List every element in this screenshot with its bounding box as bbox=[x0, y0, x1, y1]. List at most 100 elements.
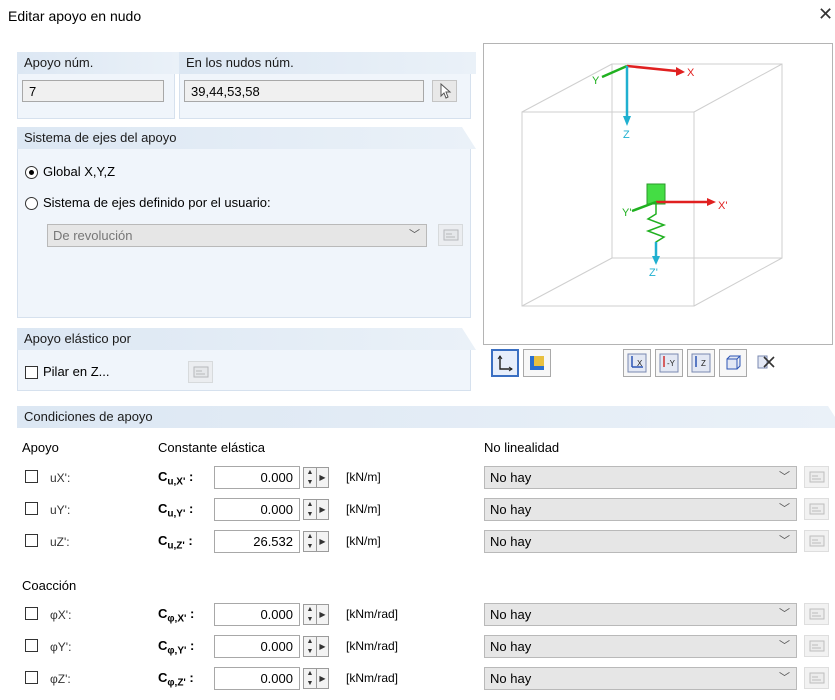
condition-checkbox[interactable] bbox=[25, 671, 38, 684]
condition-label: uY': bbox=[50, 503, 71, 517]
support-number-field[interactable]: 7 bbox=[22, 80, 164, 102]
edit-dialog-icon bbox=[809, 471, 824, 483]
column-z-checkbox[interactable] bbox=[25, 366, 38, 379]
condition-checkbox[interactable] bbox=[25, 534, 38, 547]
render-mode-button[interactable] bbox=[523, 349, 551, 377]
coef-label: Cu,Y' : bbox=[158, 501, 194, 520]
nonlinearity-edit-button[interactable] bbox=[804, 530, 829, 552]
global-axis-radio[interactable] bbox=[25, 166, 38, 179]
spin-up-down-icon[interactable]: ▲ ▼ bbox=[303, 668, 317, 689]
spin-control[interactable]: ▲ ▼ ▶ bbox=[303, 668, 331, 691]
coef-subscript: φ,Z' bbox=[167, 677, 186, 689]
col-support-label: Apoyo bbox=[22, 440, 59, 455]
coef-label: Cφ,X' : bbox=[158, 606, 195, 625]
close-icon[interactable]: ✕ bbox=[818, 4, 833, 25]
spin-right-icon[interactable]: ▶ bbox=[317, 499, 329, 520]
conditions-header: Condiciones de apoyo bbox=[17, 406, 835, 428]
spin-up-down-icon[interactable]: ▲ ▼ bbox=[303, 636, 317, 657]
condition-checkbox[interactable] bbox=[25, 470, 38, 483]
spring-value-input[interactable]: 0.000 bbox=[214, 603, 300, 626]
spin-control[interactable]: ▲ ▼ ▶ bbox=[303, 531, 331, 554]
cube-icon bbox=[726, 355, 742, 370]
nonlinearity-select[interactable]: No hay ﹀ bbox=[484, 667, 797, 690]
elastic-header: Apoyo elástico por bbox=[17, 328, 476, 350]
spin-right-icon[interactable]: ▶ bbox=[317, 531, 329, 552]
condition-label: uZ': bbox=[50, 535, 70, 549]
unit-label: [kN/m] bbox=[346, 502, 381, 516]
spin-control[interactable]: ▲ ▼ ▶ bbox=[303, 604, 331, 627]
edit-dialog-icon bbox=[809, 640, 824, 652]
column-edit-button[interactable] bbox=[188, 361, 213, 383]
axis-xp-label: X' bbox=[718, 200, 727, 212]
nonlinearity-value: No hay bbox=[490, 671, 532, 686]
col-nonlin-label: No linealidad bbox=[484, 440, 560, 455]
nodes-field[interactable]: 39,44,53,58 bbox=[184, 80, 424, 102]
coef-label: Cφ,Y' : bbox=[158, 638, 195, 657]
spin-control[interactable]: ▲ ▼ ▶ bbox=[303, 467, 331, 490]
view-z-button[interactable]: Z bbox=[687, 349, 715, 377]
spin-up-down-icon[interactable]: ▲ ▼ bbox=[303, 531, 317, 552]
edit-axis-button[interactable] bbox=[438, 224, 463, 246]
coef-symbol: C bbox=[158, 501, 168, 516]
coef-label: Cu,X' : bbox=[158, 469, 194, 488]
spin-up-down-icon[interactable]: ▲ ▼ bbox=[303, 604, 317, 625]
spin-right-icon[interactable]: ▶ bbox=[317, 604, 329, 625]
spring-value-input[interactable]: 0.000 bbox=[214, 667, 300, 690]
spring-value-input[interactable]: 26.532 bbox=[214, 530, 300, 553]
nonlinearity-value: No hay bbox=[490, 470, 532, 485]
chevron-down-icon: ﹀ bbox=[779, 535, 790, 547]
condition-label: uX': bbox=[50, 471, 71, 485]
nonlinearity-edit-button[interactable] bbox=[804, 498, 829, 520]
unit-label: [kN/m] bbox=[346, 534, 381, 548]
user-axis-select-value: De revolución bbox=[53, 228, 133, 243]
coef-symbol: C bbox=[158, 670, 168, 685]
coef-label: Cu,Z' : bbox=[158, 533, 193, 552]
unit-label: [kN/m] bbox=[346, 470, 381, 484]
nonlinearity-select[interactable]: No hay ﹀ bbox=[484, 603, 797, 626]
condition-checkbox[interactable] bbox=[25, 502, 38, 515]
preview-graphic: X Y Z X' Y' Z' bbox=[521, 63, 783, 307]
view-x-button[interactable]: X bbox=[623, 349, 651, 377]
spin-control[interactable]: ▲ ▼ ▶ bbox=[303, 636, 331, 659]
spring-value-input[interactable]: 0.000 bbox=[214, 466, 300, 489]
spin-up-down-icon[interactable]: ▲ ▼ bbox=[303, 467, 317, 488]
nonlinearity-value: No hay bbox=[490, 607, 532, 622]
condition-checkbox[interactable] bbox=[25, 639, 38, 652]
coef-subscript: u,Z' bbox=[167, 540, 185, 552]
axes-icon bbox=[497, 355, 513, 372]
spring-value-input[interactable]: 0.000 bbox=[214, 635, 300, 658]
nonlinearity-edit-button[interactable] bbox=[804, 466, 829, 488]
view-y-button[interactable]: -Y bbox=[655, 349, 683, 377]
user-axis-radio[interactable] bbox=[25, 197, 38, 210]
axes-toggle-button[interactable] bbox=[491, 349, 519, 377]
spin-right-icon[interactable]: ▶ bbox=[317, 668, 329, 689]
nonlinearity-select[interactable]: No hay ﹀ bbox=[484, 498, 797, 521]
chevron-down-icon: ﹀ bbox=[779, 672, 790, 684]
spring-value-input[interactable]: 0.000 bbox=[214, 498, 300, 521]
spin-control[interactable]: ▲ ▼ ▶ bbox=[303, 499, 331, 522]
coef-symbol: C bbox=[158, 533, 168, 548]
pick-nodes-button[interactable] bbox=[432, 80, 457, 102]
nonlinearity-value: No hay bbox=[490, 534, 532, 549]
user-axis-select[interactable]: De revolución ﹀ bbox=[47, 224, 427, 247]
spin-up-down-icon[interactable]: ▲ ▼ bbox=[303, 499, 317, 520]
condition-checkbox[interactable] bbox=[25, 607, 38, 620]
nonlinearity-select[interactable]: No hay ﹀ bbox=[484, 530, 797, 553]
window-title: Editar apoyo en nudo bbox=[8, 8, 142, 24]
reset-view-button[interactable] bbox=[753, 349, 781, 377]
coef-subscript: φ,Y' bbox=[167, 645, 187, 657]
spin-right-icon[interactable]: ▶ bbox=[317, 467, 329, 488]
view-x-icon: X bbox=[627, 353, 647, 373]
isometric-view-button[interactable] bbox=[719, 349, 747, 377]
column-z-label: Pilar en Z... bbox=[43, 364, 110, 379]
nonlinearity-select[interactable]: No hay ﹀ bbox=[484, 635, 797, 658]
nonlinearity-edit-button[interactable] bbox=[804, 667, 829, 689]
nonlinearity-edit-button[interactable] bbox=[804, 603, 829, 625]
nonlinearity-edit-button[interactable] bbox=[804, 635, 829, 657]
chevron-down-icon: ﹀ bbox=[779, 640, 790, 652]
preview-canvas[interactable]: X Y Z X' Y' Z' bbox=[483, 43, 833, 345]
spin-right-icon[interactable]: ▶ bbox=[317, 636, 329, 657]
nonlinearity-select[interactable]: No hay ﹀ bbox=[484, 466, 797, 489]
edit-dialog-icon bbox=[809, 503, 824, 515]
edit-dialog-icon bbox=[193, 366, 208, 378]
